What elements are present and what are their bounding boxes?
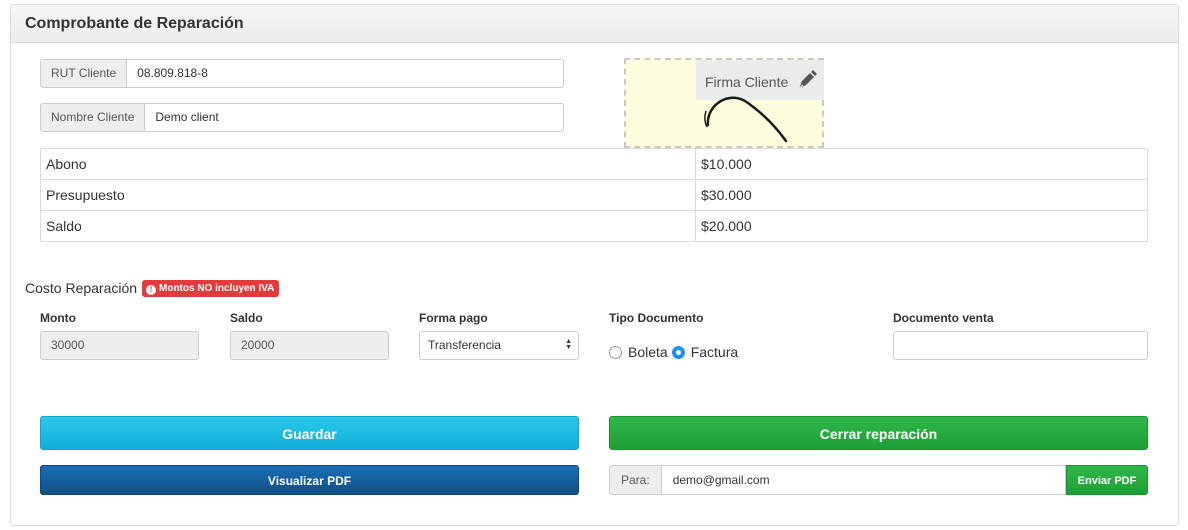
summary-label: Presupuesto xyxy=(40,179,696,211)
summary-value: $30.000 xyxy=(695,179,1148,211)
para-label: Para: xyxy=(609,465,661,495)
signature-pad[interactable]: Firma Cliente xyxy=(624,58,824,148)
monto-field[interactable]: 30000 xyxy=(40,331,199,360)
signature-stroke xyxy=(704,96,788,143)
boleta-radio[interactable] xyxy=(609,345,622,359)
saldo-field[interactable]: 20000 xyxy=(230,331,389,360)
iva-warning-badge: ! Montos NO incluyen IVA xyxy=(142,280,280,297)
documento-venta-input[interactable] xyxy=(893,331,1148,360)
tipo-documento-radio-group: Boleta Factura xyxy=(609,343,738,361)
rut-label: RUT Cliente xyxy=(40,59,127,88)
name-input-group: Nombre Cliente Demo client xyxy=(40,103,564,132)
summary-label: Saldo xyxy=(40,210,696,242)
badge-text: Montos NO incluyen IVA xyxy=(159,283,275,294)
cerrar-reparacion-button[interactable]: Cerrar reparación xyxy=(609,416,1148,450)
name-label: Nombre Cliente xyxy=(40,103,145,132)
panel-title: Comprobante de Reparación xyxy=(25,15,244,32)
saldo-label: Saldo xyxy=(230,311,263,325)
table-row: Presupuesto $30.000 xyxy=(40,179,1148,211)
monto-label: Monto xyxy=(40,311,76,325)
summary-label: Abono xyxy=(40,148,696,180)
factura-radio-label: Factura xyxy=(690,344,739,360)
summary-value: $20.000 xyxy=(695,210,1148,242)
exclamation-icon: ! xyxy=(146,285,156,295)
table-row: Abono $10.000 xyxy=(40,148,1148,180)
guardar-button[interactable]: Guardar xyxy=(40,416,579,450)
costo-reparacion-label: Costo Reparación xyxy=(25,280,138,296)
rut-input-group: RUT Cliente 08.809.818-8 xyxy=(40,59,564,88)
visualizar-pdf-button[interactable]: Visualizar PDF xyxy=(40,465,579,495)
email-field[interactable]: demo@gmail.com xyxy=(660,465,1066,495)
forma-pago-value: Transferencia xyxy=(428,338,501,352)
factura-radio[interactable] xyxy=(671,345,685,359)
tipo-documento-label: Tipo Documento xyxy=(609,311,704,325)
forma-pago-label: Forma pago xyxy=(419,311,488,325)
forma-pago-select[interactable]: Transferencia ▲ ▼ xyxy=(419,331,579,360)
panel-heading: Comprobante de Reparación xyxy=(11,5,1178,43)
table-row: Saldo $20.000 xyxy=(40,210,1148,242)
summary-table: Abono $10.000 Presupuesto $30.000 Saldo … xyxy=(40,148,1148,242)
select-arrows-icon: ▲ ▼ xyxy=(565,338,572,351)
summary-value: $10.000 xyxy=(695,148,1148,180)
documento-venta-label: Documento venta xyxy=(893,311,994,325)
enviar-pdf-button[interactable]: Enviar PDF xyxy=(1066,465,1148,495)
name-field[interactable]: Demo client xyxy=(144,103,564,132)
rut-field[interactable]: 08.809.818-8 xyxy=(126,59,564,88)
email-input-group: Para: demo@gmail.com Enviar PDF xyxy=(609,465,1148,495)
boleta-radio-label: Boleta xyxy=(628,344,668,360)
